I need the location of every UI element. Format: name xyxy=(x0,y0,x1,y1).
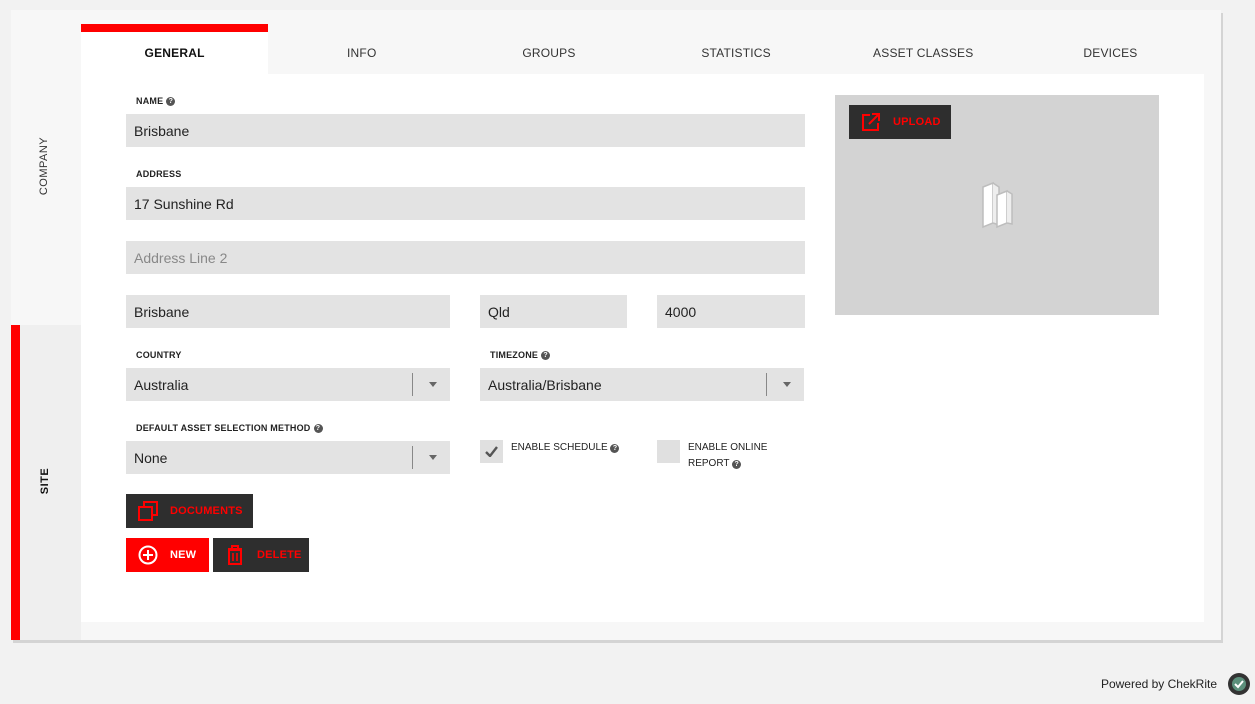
address-line2-input[interactable] xyxy=(126,241,805,274)
country-label-text: COUNTRY xyxy=(136,350,182,360)
chevron-down-icon xyxy=(429,455,437,460)
trash-icon xyxy=(213,544,257,566)
country-select[interactable]: Australia xyxy=(126,368,450,401)
external-link-icon xyxy=(849,112,893,132)
name-input[interactable] xyxy=(126,114,805,147)
enable-schedule-label: ENABLE SCHEDULE ? xyxy=(511,440,620,456)
address-label-text: ADDRESS xyxy=(136,169,182,179)
sidebar-site-label: SITE xyxy=(39,467,51,495)
upload-button-label: UPLOAD xyxy=(893,116,941,128)
checkmark-icon xyxy=(485,446,498,457)
copy-icon xyxy=(126,501,170,521)
enable-schedule-label-text: ENABLE SCHEDULE xyxy=(511,442,608,453)
timezone-label-text: TIMEZONE xyxy=(490,350,539,360)
sidebar-company-label: COMPANY xyxy=(38,136,50,196)
help-icon[interactable]: ? xyxy=(610,444,620,453)
city-input[interactable] xyxy=(126,295,450,328)
tab-info[interactable]: INFO xyxy=(268,24,455,74)
new-button[interactable]: NEW xyxy=(126,538,209,572)
enable-online-report-checkbox[interactable] xyxy=(657,440,680,463)
timezone-label: TIMEZONE ? xyxy=(490,350,551,360)
delete-button-label: DELETE xyxy=(257,549,302,561)
powered-by-text: Powered by ChekRite xyxy=(1100,677,1217,691)
documents-button-label: DOCUMENTS xyxy=(170,505,243,517)
add-circle-icon xyxy=(126,545,170,565)
enable-online-report-label-line1: ENABLE ONLINE xyxy=(688,442,768,453)
delete-button[interactable]: DELETE xyxy=(213,538,309,572)
name-label-text: NAME xyxy=(136,96,164,106)
tab-statistics[interactable]: STATISTICS xyxy=(643,24,830,74)
address-input[interactable] xyxy=(126,187,805,220)
country-select-value: Australia xyxy=(134,376,189,393)
asset-method-label-text: DEFAULT ASSET SELECTION METHOD xyxy=(136,423,311,433)
name-label: NAME ? xyxy=(136,96,176,106)
image-upload-area[interactable]: UPLOAD xyxy=(835,95,1159,315)
new-button-label: NEW xyxy=(170,549,197,561)
country-label: COUNTRY xyxy=(136,350,182,360)
help-icon[interactable]: ? xyxy=(732,460,742,469)
tab-devices[interactable]: DEVICES xyxy=(1017,24,1204,74)
asset-method-select[interactable]: None xyxy=(126,441,450,474)
help-icon[interactable]: ? xyxy=(313,423,323,433)
state-input[interactable] xyxy=(480,295,627,328)
tab-groups[interactable]: GROUPS xyxy=(455,24,642,74)
chekrite-logo-icon xyxy=(1228,673,1250,695)
timezone-select-value: Australia/Brisbane xyxy=(488,376,602,393)
tab-asset-classes[interactable]: ASSET CLASSES xyxy=(830,24,1017,74)
select-divider xyxy=(766,373,767,396)
help-icon[interactable]: ? xyxy=(166,96,176,106)
chevron-down-icon xyxy=(429,382,437,387)
upload-button[interactable]: UPLOAD xyxy=(849,105,951,139)
asset-method-select-value: None xyxy=(134,449,168,466)
help-icon[interactable]: ? xyxy=(541,350,551,360)
enable-schedule-checkbox[interactable] xyxy=(480,440,503,463)
chevron-down-icon xyxy=(783,382,791,387)
postcode-input[interactable] xyxy=(657,295,805,328)
documents-button[interactable]: DOCUMENTS xyxy=(126,494,253,528)
enable-online-report-label: ENABLE ONLINE REPORT ? xyxy=(688,440,767,472)
enable-online-report-label-line2-row: REPORT ? xyxy=(688,456,767,472)
building-placeholder-icon xyxy=(979,181,1015,234)
sidebar-item-company[interactable]: COMPANY xyxy=(11,10,81,325)
select-divider xyxy=(412,446,413,469)
asset-method-label: DEFAULT ASSET SELECTION METHOD ? xyxy=(136,423,323,433)
tab-general[interactable]: GENERAL xyxy=(81,24,269,74)
sidebar-item-site[interactable]: SITE xyxy=(11,325,81,640)
select-divider xyxy=(412,373,413,396)
enable-online-report-label-line2: REPORT xyxy=(688,458,730,469)
tab-bar: GENERAL INFO GROUPS STATISTICS ASSET CLA… xyxy=(81,24,1204,74)
address-label: ADDRESS xyxy=(136,169,181,179)
timezone-select[interactable]: Australia/Brisbane xyxy=(480,368,804,401)
